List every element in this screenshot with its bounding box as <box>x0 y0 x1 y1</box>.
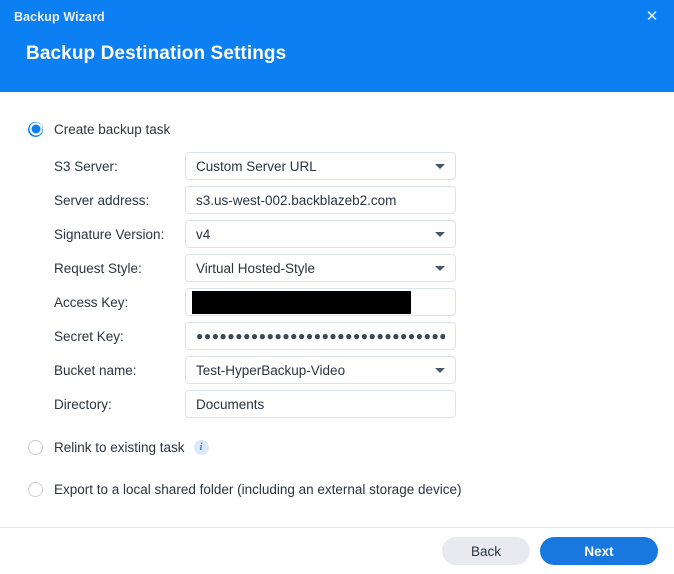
radio-create-backup-task[interactable] <box>28 121 43 137</box>
chevron-down-icon <box>435 367 445 373</box>
dialog-footer: Back Next <box>0 527 674 574</box>
input-secret-key[interactable]: ●●●●●●●●●●●●●●●●●●●●●●●●●●●●●●●●●● <box>185 322 456 350</box>
chevron-down-icon <box>435 231 445 237</box>
radio-option-create-backup-task[interactable]: Create backup task <box>0 118 674 140</box>
next-button[interactable]: Next <box>540 537 658 565</box>
input-directory[interactable]: Documents <box>185 390 456 418</box>
label-s3-server: S3 Server: <box>54 158 118 174</box>
radio-option-export-local-folder[interactable]: Export to a local shared folder (includi… <box>0 478 674 500</box>
label-signature-version: Signature Version: <box>54 226 165 242</box>
radio-export-local-folder[interactable] <box>28 481 43 497</box>
value-secret-key: ●●●●●●●●●●●●●●●●●●●●●●●●●●●●●●●●●● <box>196 329 445 343</box>
close-icon[interactable]: ✕ <box>638 3 666 29</box>
label-directory: Directory: <box>54 396 112 412</box>
input-server-address[interactable]: s3.us-west-002.backblazeb2.com <box>185 186 456 214</box>
label-access-key: Access Key: <box>54 294 129 310</box>
form-row-s3-server: S3 Server: Custom Server URL <box>0 152 674 180</box>
select-signature-version[interactable]: v4 <box>185 220 456 248</box>
input-access-key[interactable] <box>185 288 456 316</box>
chevron-down-icon <box>435 163 445 169</box>
form-row-secret-key: Secret Key: ●●●●●●●●●●●●●●●●●●●●●●●●●●●●… <box>0 322 674 350</box>
radio-label-create-backup-task: Create backup task <box>54 121 171 137</box>
dialog-header: Backup Wizard ✕ Backup Destination Setti… <box>0 0 674 92</box>
redaction-overlay-access-key <box>192 291 411 314</box>
form-row-server-address: Server address: s3.us-west-002.backblaze… <box>0 186 674 214</box>
info-icon[interactable]: i <box>193 439 209 455</box>
label-request-style: Request Style: <box>54 260 142 276</box>
value-signature-version: v4 <box>196 226 211 242</box>
select-s3-server[interactable]: Custom Server URL <box>185 152 456 180</box>
form-row-access-key: Access Key: <box>0 288 674 316</box>
form-row-directory: Directory: Documents <box>0 390 674 418</box>
s3-settings-form: S3 Server: Custom Server URL Server addr… <box>0 152 674 418</box>
value-s3-server: Custom Server URL <box>196 158 317 174</box>
page-title: Backup Destination Settings <box>26 43 287 64</box>
backup-wizard-dialog: Backup Wizard ✕ Backup Destination Setti… <box>0 0 674 574</box>
title-bar: Backup Wizard ✕ <box>0 0 674 33</box>
label-bucket-name: Bucket name: <box>54 362 137 378</box>
radio-label-export-local-folder: Export to a local shared folder (includi… <box>54 481 462 497</box>
form-row-request-style: Request Style: Virtual Hosted-Style <box>0 254 674 282</box>
radio-option-relink-existing-task[interactable]: Relink to existing task i <box>0 436 674 458</box>
value-bucket-name: Test-HyperBackup-Video <box>196 362 346 378</box>
label-secret-key: Secret Key: <box>54 328 124 344</box>
form-row-signature-version: Signature Version: v4 <box>0 220 674 248</box>
label-server-address: Server address: <box>54 192 150 208</box>
value-server-address: s3.us-west-002.backblazeb2.com <box>196 192 397 208</box>
value-directory: Documents <box>196 396 265 412</box>
dialog-body: Create backup task S3 Server: Custom Ser… <box>0 92 674 527</box>
back-button[interactable]: Back <box>442 537 530 565</box>
select-request-style[interactable]: Virtual Hosted-Style <box>185 254 456 282</box>
form-row-bucket-name: Bucket name: Test-HyperBackup-Video <box>0 356 674 384</box>
radio-label-relink-existing-task: Relink to existing task <box>54 439 185 455</box>
select-bucket-name[interactable]: Test-HyperBackup-Video <box>185 356 456 384</box>
radio-relink-existing-task[interactable] <box>28 439 43 455</box>
value-request-style: Virtual Hosted-Style <box>196 260 316 276</box>
window-title: Backup Wizard <box>14 9 105 24</box>
chevron-down-icon <box>435 265 445 271</box>
